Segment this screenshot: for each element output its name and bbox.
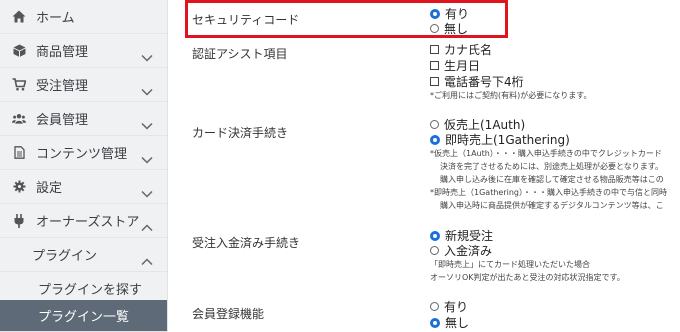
sidebar: ホーム 商品管理 受注管理 会員管理 コンテンツ管理 設定 オーナーズストア プ… [0,0,168,332]
auth-assist-option-phone[interactable]: 電話番号下4桁 [430,73,524,90]
checkbox[interactable] [430,77,439,86]
radio-unselected[interactable] [430,246,439,255]
card-procedure-note: 購入申し込み後に在庫を確認して確定させる物品販売等はこの [440,175,664,184]
chevron-up-icon [141,217,153,231]
sidebar-item-label: 受注管理 [36,79,89,94]
home-icon [12,10,26,24]
sidebar-item-products[interactable]: 商品管理 [0,34,167,68]
sidebar-item-label: プラグインを探す [38,283,143,298]
member-registration-option-yes[interactable]: 有り [430,298,468,315]
radio-selected[interactable] [430,317,440,328]
sidebar-item-home[interactable]: ホーム [0,0,167,34]
sidebar-item-label: コンテンツ管理 [36,147,128,162]
receipt-procedure-option-paid[interactable]: 入金済み [430,242,492,259]
auth-assist-option-kana[interactable]: カナ氏名 [430,41,492,58]
sidebar-item-plugin[interactable]: プラグイン [0,238,167,272]
gear-icon [12,180,26,194]
radio-selected[interactable] [430,134,440,145]
card-procedure-label: カード決済手続き [192,126,289,140]
cube-icon [12,44,26,58]
member-registration-label: 会員登録機能 [192,307,265,321]
checkbox[interactable] [430,61,439,70]
radio-unselected[interactable] [430,120,439,129]
card-procedure-note: 決済を完了させるためには、別途売上処理が必要となります。 [440,162,663,171]
highlight-box [185,0,508,38]
receipt-procedure-note: オーソリOK判定が出たあと受注の対応状況指定です。 [430,273,625,282]
sidebar-item-owners-store[interactable]: オーナーズストア [0,204,167,238]
sidebar-item-label: プラグイン一覧 [38,310,130,325]
plug-icon [12,213,26,228]
sidebar-item-plugin-list[interactable]: プラグイン一覧 [0,300,167,332]
sidebar-item-orders[interactable]: 受注管理 [0,68,167,102]
sidebar-item-label: ホーム [36,11,75,26]
receipt-procedure-note: 「即時売上」にてカード処理いただいた場合 [430,260,590,269]
auth-assist-note: *ご利用にはご契約(有料)が必要になります。 [430,91,592,100]
checkbox[interactable] [430,45,439,54]
auth-assist-label: 認証アシスト項目 [192,47,288,61]
chevron-down-icon [141,47,153,62]
cart-icon [12,78,26,92]
sidebar-item-members[interactable]: 会員管理 [0,102,167,136]
card-procedure-note: *即時売上（1Gathering）・・・購入申込手続きの中で与信と同時 [430,188,667,197]
radio-selected[interactable] [430,230,440,241]
sidebar-item-contents[interactable]: コンテンツ管理 [0,136,167,170]
chevron-down-icon [141,183,153,198]
chevron-up-icon [141,251,153,266]
chevron-down-icon [141,149,153,164]
sidebar-item-label: プラグイン [32,249,98,264]
sidebar-item-label: 商品管理 [36,45,89,60]
settings-form: セキュリティコード 有り 無し 認証アシスト項目 カナ氏名 生月日 電話番号下4… [168,0,680,332]
chevron-down-icon [141,115,153,130]
users-icon [12,112,26,126]
radio-unselected[interactable] [430,302,439,311]
file-icon [12,146,26,160]
chevron-down-icon [141,81,153,96]
card-procedure-note: 購入申込時に商品提供が確定するデジタルコンテンツ等は、こ [440,201,664,210]
receipt-procedure-label: 受注入金済み手続き [192,236,301,250]
card-procedure-note: *仮売上（1Auth）・・・購入申込手続きの中でクレジットカード [430,149,662,158]
sidebar-item-label: 設定 [36,181,63,196]
sidebar-item-settings[interactable]: 設定 [0,170,167,204]
card-procedure-option-gathering[interactable]: 即時売上(1Gathering) [430,131,570,148]
sidebar-item-label: オーナーズストア [36,215,140,230]
sidebar-item-label: 会員管理 [36,113,89,128]
member-registration-option-no[interactable]: 無し [430,314,469,331]
auth-assist-option-birth[interactable]: 生月日 [430,57,480,74]
